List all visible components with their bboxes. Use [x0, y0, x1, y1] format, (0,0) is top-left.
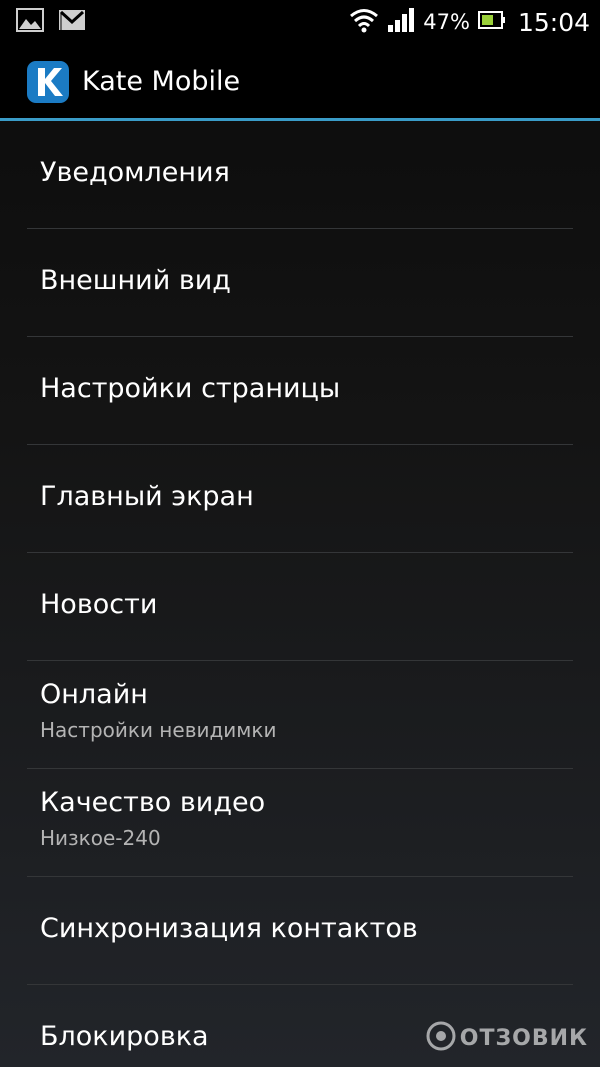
- settings-item-page-settings[interactable]: Настройки страницы: [27, 337, 573, 445]
- item-title: Настройки страницы: [40, 373, 341, 404]
- item-summary: Низкое-240: [40, 826, 161, 850]
- settings-item-online[interactable]: Онлайн Настройки невидимки: [27, 661, 573, 769]
- item-summary: Настройки невидимки: [40, 718, 277, 742]
- notification-icons: [16, 8, 86, 36]
- watermark: ОТЗОВИК: [426, 1021, 588, 1055]
- settings-item-video-quality[interactable]: Качество видео Низкое-240: [27, 769, 573, 877]
- item-title: Уведомления: [40, 157, 230, 188]
- action-bar: Kate Mobile: [0, 44, 600, 118]
- item-title: Новости: [40, 589, 158, 620]
- settings-item-contact-sync[interactable]: Синхронизация контактов: [27, 877, 573, 985]
- watermark-text: ОТЗОВИК: [459, 1025, 588, 1051]
- item-title: Синхронизация контактов: [40, 913, 418, 944]
- gallery-icon: [16, 8, 44, 36]
- status-bar: 47% 15:04: [0, 0, 600, 44]
- battery-icon: [477, 10, 506, 34]
- watermark-logo-icon: [426, 1021, 456, 1055]
- settings-list: Уведомления Внешний вид Настройки страни…: [0, 121, 600, 1067]
- settings-item-notifications[interactable]: Уведомления: [27, 121, 573, 229]
- kate-logo-icon[interactable]: [26, 60, 70, 104]
- item-title: Онлайн: [40, 679, 148, 710]
- wifi-icon: [349, 7, 379, 37]
- app-title: Kate Mobile: [82, 66, 241, 97]
- signal-icon: [387, 7, 415, 37]
- battery-percent: 47%: [423, 10, 470, 34]
- settings-item-appearance[interactable]: Внешний вид: [27, 229, 573, 337]
- item-title: Блокировка: [40, 1021, 209, 1052]
- item-title: Главный экран: [40, 481, 254, 512]
- status-indicators: 47% 15:04: [349, 0, 590, 44]
- clock: 15:04: [517, 7, 590, 37]
- gmail-icon: [58, 9, 86, 35]
- item-title: Внешний вид: [40, 265, 231, 296]
- settings-item-home-screen[interactable]: Главный экран: [27, 445, 573, 553]
- settings-item-news[interactable]: Новости: [27, 553, 573, 661]
- item-title: Качество видео: [40, 787, 266, 818]
